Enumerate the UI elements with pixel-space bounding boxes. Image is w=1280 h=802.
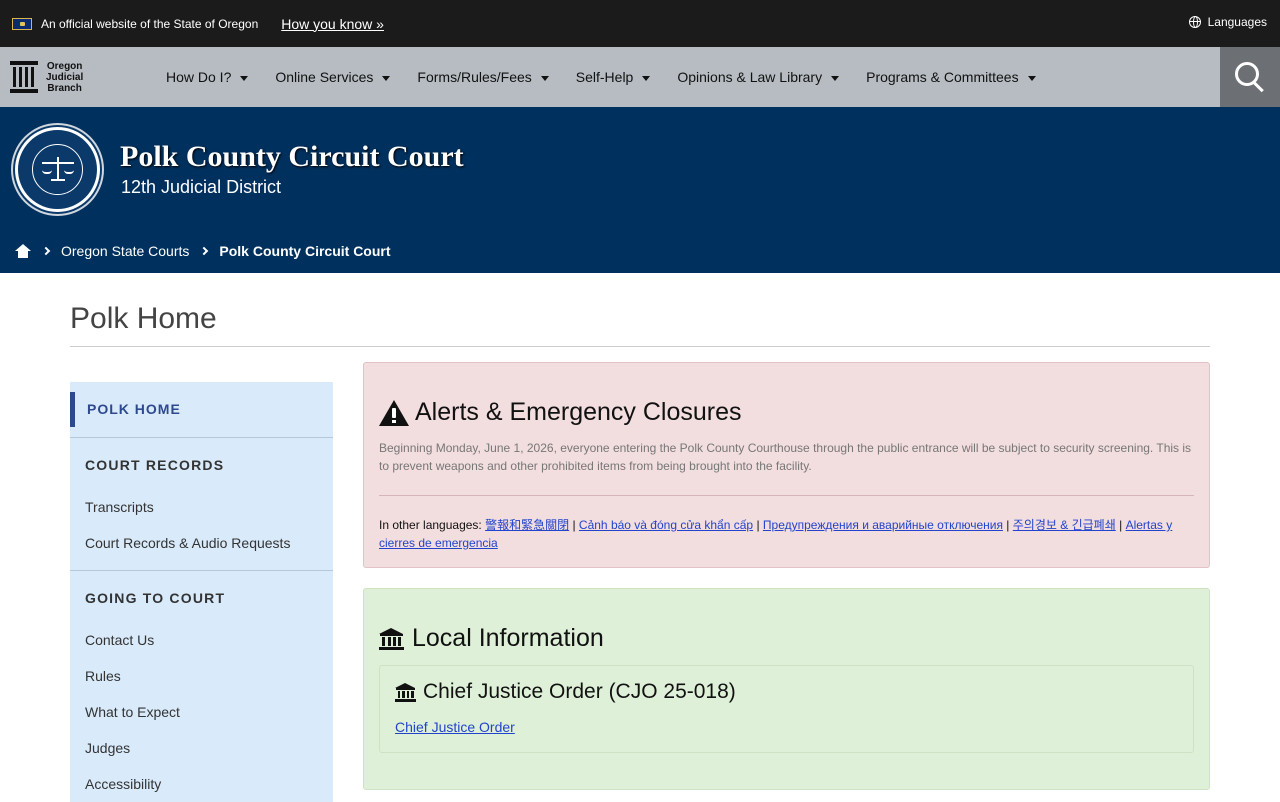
court-title: Polk County Circuit Court xyxy=(120,140,464,173)
local-info-heading: Local Information xyxy=(379,624,604,653)
chevron-down-icon xyxy=(382,75,391,81)
cjo-panel: Chief Justice Order (CJO 25-018) Chief J… xyxy=(379,665,1194,753)
nav-item-how-do-i[interactable]: How Do I? xyxy=(166,69,249,85)
how-you-know-link[interactable]: How you know » xyxy=(281,16,384,32)
main-nav: Oregon Judicial Branch How Do I? Online … xyxy=(0,47,1280,107)
home-icon[interactable] xyxy=(15,244,31,258)
chevron-down-icon xyxy=(540,75,549,81)
languages-button[interactable]: Languages xyxy=(1188,15,1267,29)
institution-icon xyxy=(395,682,416,702)
breadcrumb-oregon-state-courts[interactable]: Oregon State Courts xyxy=(61,243,189,259)
sidebar-item-court-records-audio[interactable]: Court Records & Audio Requests xyxy=(85,535,290,551)
official-text: An official website of the State of Oreg… xyxy=(41,16,259,31)
alert-body: Beginning Monday, June 1, 2026, everyone… xyxy=(379,441,1192,473)
chevron-down-icon xyxy=(831,75,840,81)
breadcrumb-current: Polk County Circuit Court xyxy=(219,243,391,259)
nav-item-online-services[interactable]: Online Services xyxy=(275,69,391,85)
sidebar-item-transcripts[interactable]: Transcripts xyxy=(85,499,154,515)
sidebar-item-polk-home[interactable]: POLK HOME xyxy=(70,392,333,427)
nav-item-self-help[interactable]: Self-Help xyxy=(576,69,651,85)
divider xyxy=(379,495,1194,496)
sidebar-item-rules[interactable]: Rules xyxy=(85,668,121,684)
language-link-russian[interactable]: Предупреждения и аварийные отключения xyxy=(763,518,1003,532)
languages-label: Languages xyxy=(1207,15,1267,29)
chevron-down-icon xyxy=(1027,75,1036,81)
court-banner: Polk County Circuit Court 12th Judicial … xyxy=(0,107,1280,273)
language-link-vietnamese[interactable]: Cảnh báo và đóng cửa khẩn cấp xyxy=(579,518,753,532)
alerts-heading: Alerts & Emergency Closures xyxy=(379,398,742,427)
nav-menu: How Do I? Online Services Forms/Rules/Fe… xyxy=(166,69,1063,85)
official-banner: An official website of the State of Oreg… xyxy=(0,0,1280,47)
chevron-right-icon xyxy=(41,246,51,256)
chief-justice-order-link[interactable]: Chief Justice Order xyxy=(395,719,515,735)
chevron-down-icon xyxy=(240,75,249,81)
judicial-department-seal xyxy=(15,127,100,212)
cjo-title: Chief Justice Order (CJO 25-018) xyxy=(395,680,736,704)
local-info-card: Local Information Chief Justice Order (C… xyxy=(363,588,1210,790)
sidebar-item-accessibility[interactable]: Accessibility xyxy=(85,776,161,792)
institution-icon xyxy=(379,627,404,650)
sidebar-nav: POLK HOME COURT RECORDS Transcripts Cour… xyxy=(70,382,333,802)
sidebar-item-contact-us[interactable]: Contact Us xyxy=(85,632,154,648)
courthouse-pillar-icon xyxy=(10,61,38,93)
brand-text: Oregon Judicial Branch xyxy=(46,60,84,94)
sidebar-heading-going-to-court[interactable]: GOING TO COURT xyxy=(85,590,225,606)
court-subtitle: 12th Judicial District xyxy=(121,177,282,197)
nav-item-programs-committees[interactable]: Programs & Committees xyxy=(866,69,1036,85)
sidebar-heading-court-records[interactable]: COURT RECORDS xyxy=(85,457,224,473)
nav-item-forms-rules-fees[interactable]: Forms/Rules/Fees xyxy=(417,69,549,85)
search-button[interactable] xyxy=(1220,47,1280,107)
language-link-korean[interactable]: 주의경보 & 긴급폐쇄 xyxy=(1013,518,1116,532)
sidebar-item-what-to-expect[interactable]: What to Expect xyxy=(85,704,180,720)
other-languages: In other languages: 警報和緊急關閉 | Cảnh báo v… xyxy=(379,518,1173,550)
oregon-flag-icon xyxy=(12,17,32,30)
divider xyxy=(70,437,333,438)
globe-icon xyxy=(1188,16,1201,28)
divider xyxy=(70,570,333,571)
divider xyxy=(70,346,1210,347)
chevron-down-icon xyxy=(642,75,651,81)
sidebar-item-judges[interactable]: Judges xyxy=(85,740,130,756)
warning-icon xyxy=(379,399,409,426)
ojb-logo-link[interactable]: Oregon Judicial Branch xyxy=(0,61,166,94)
nav-item-opinions-law-library[interactable]: Opinions & Law Library xyxy=(677,69,840,85)
page-title: Polk Home xyxy=(70,302,217,335)
chevron-right-icon xyxy=(200,246,209,256)
alerts-card: Alerts & Emergency Closures Beginning Mo… xyxy=(363,362,1210,568)
scales-icon xyxy=(42,154,74,186)
breadcrumb: Oregon State Courts Polk County Circuit … xyxy=(15,243,391,259)
language-link-chinese[interactable]: 警報和緊急關閉 xyxy=(485,518,569,532)
